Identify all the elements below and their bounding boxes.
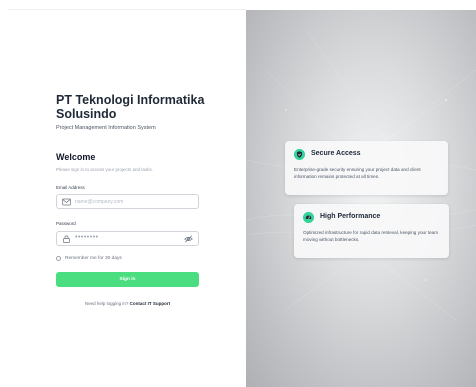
feature-title: High Performance bbox=[320, 213, 381, 220]
contact-support-link[interactable]: Contact IT Support bbox=[130, 301, 171, 306]
remember-label: Remember me for 30 days bbox=[65, 256, 122, 261]
network-background bbox=[246, 29, 476, 321]
lock-icon bbox=[63, 235, 70, 243]
email-placeholder: name@company.com bbox=[75, 199, 124, 205]
sign-in-button[interactable]: Sign in bbox=[56, 272, 199, 287]
hero-panel bbox=[246, 10, 476, 387]
password-value: •••••••• bbox=[75, 234, 99, 241]
company-name: PT Teknologi Informatika Solusindo bbox=[56, 93, 205, 121]
system-subtitle: Project Management Information System bbox=[56, 125, 156, 131]
email-field[interactable]: name@company.com bbox=[56, 194, 199, 209]
feature-title: Secure Access bbox=[311, 150, 361, 157]
eye-off-icon[interactable] bbox=[184, 235, 193, 243]
gauge-icon bbox=[303, 212, 314, 223]
password-field[interactable]: •••••••• bbox=[56, 231, 199, 246]
remember-me[interactable]: Remember me for 30 days bbox=[56, 256, 122, 261]
feature-description: Optimized infrastructure for rapid data … bbox=[303, 230, 439, 242]
welcome-heading: Welcome bbox=[56, 152, 96, 162]
help-prefix: Need help logging in? bbox=[84, 301, 129, 306]
login-page: PT Teknologi Informatika Solusindo Proje… bbox=[0, 0, 476, 387]
shield-check-icon bbox=[294, 149, 305, 160]
password-label: Password bbox=[56, 221, 76, 226]
feature-card-high-performance: High Performance Optimized infrastructur… bbox=[294, 204, 449, 258]
mail-icon bbox=[62, 198, 71, 206]
feature-description: Enterprise-grade security ensuring your … bbox=[294, 167, 421, 179]
help-text: Need help logging in? Contact IT Support bbox=[56, 301, 199, 306]
welcome-subheading: Please sign in to access your projects a… bbox=[56, 167, 154, 172]
feature-card-secure-access: Secure Access Enterprise-grade security … bbox=[285, 141, 448, 195]
remember-checkbox[interactable] bbox=[56, 256, 61, 261]
email-label: Email Address bbox=[56, 185, 85, 190]
